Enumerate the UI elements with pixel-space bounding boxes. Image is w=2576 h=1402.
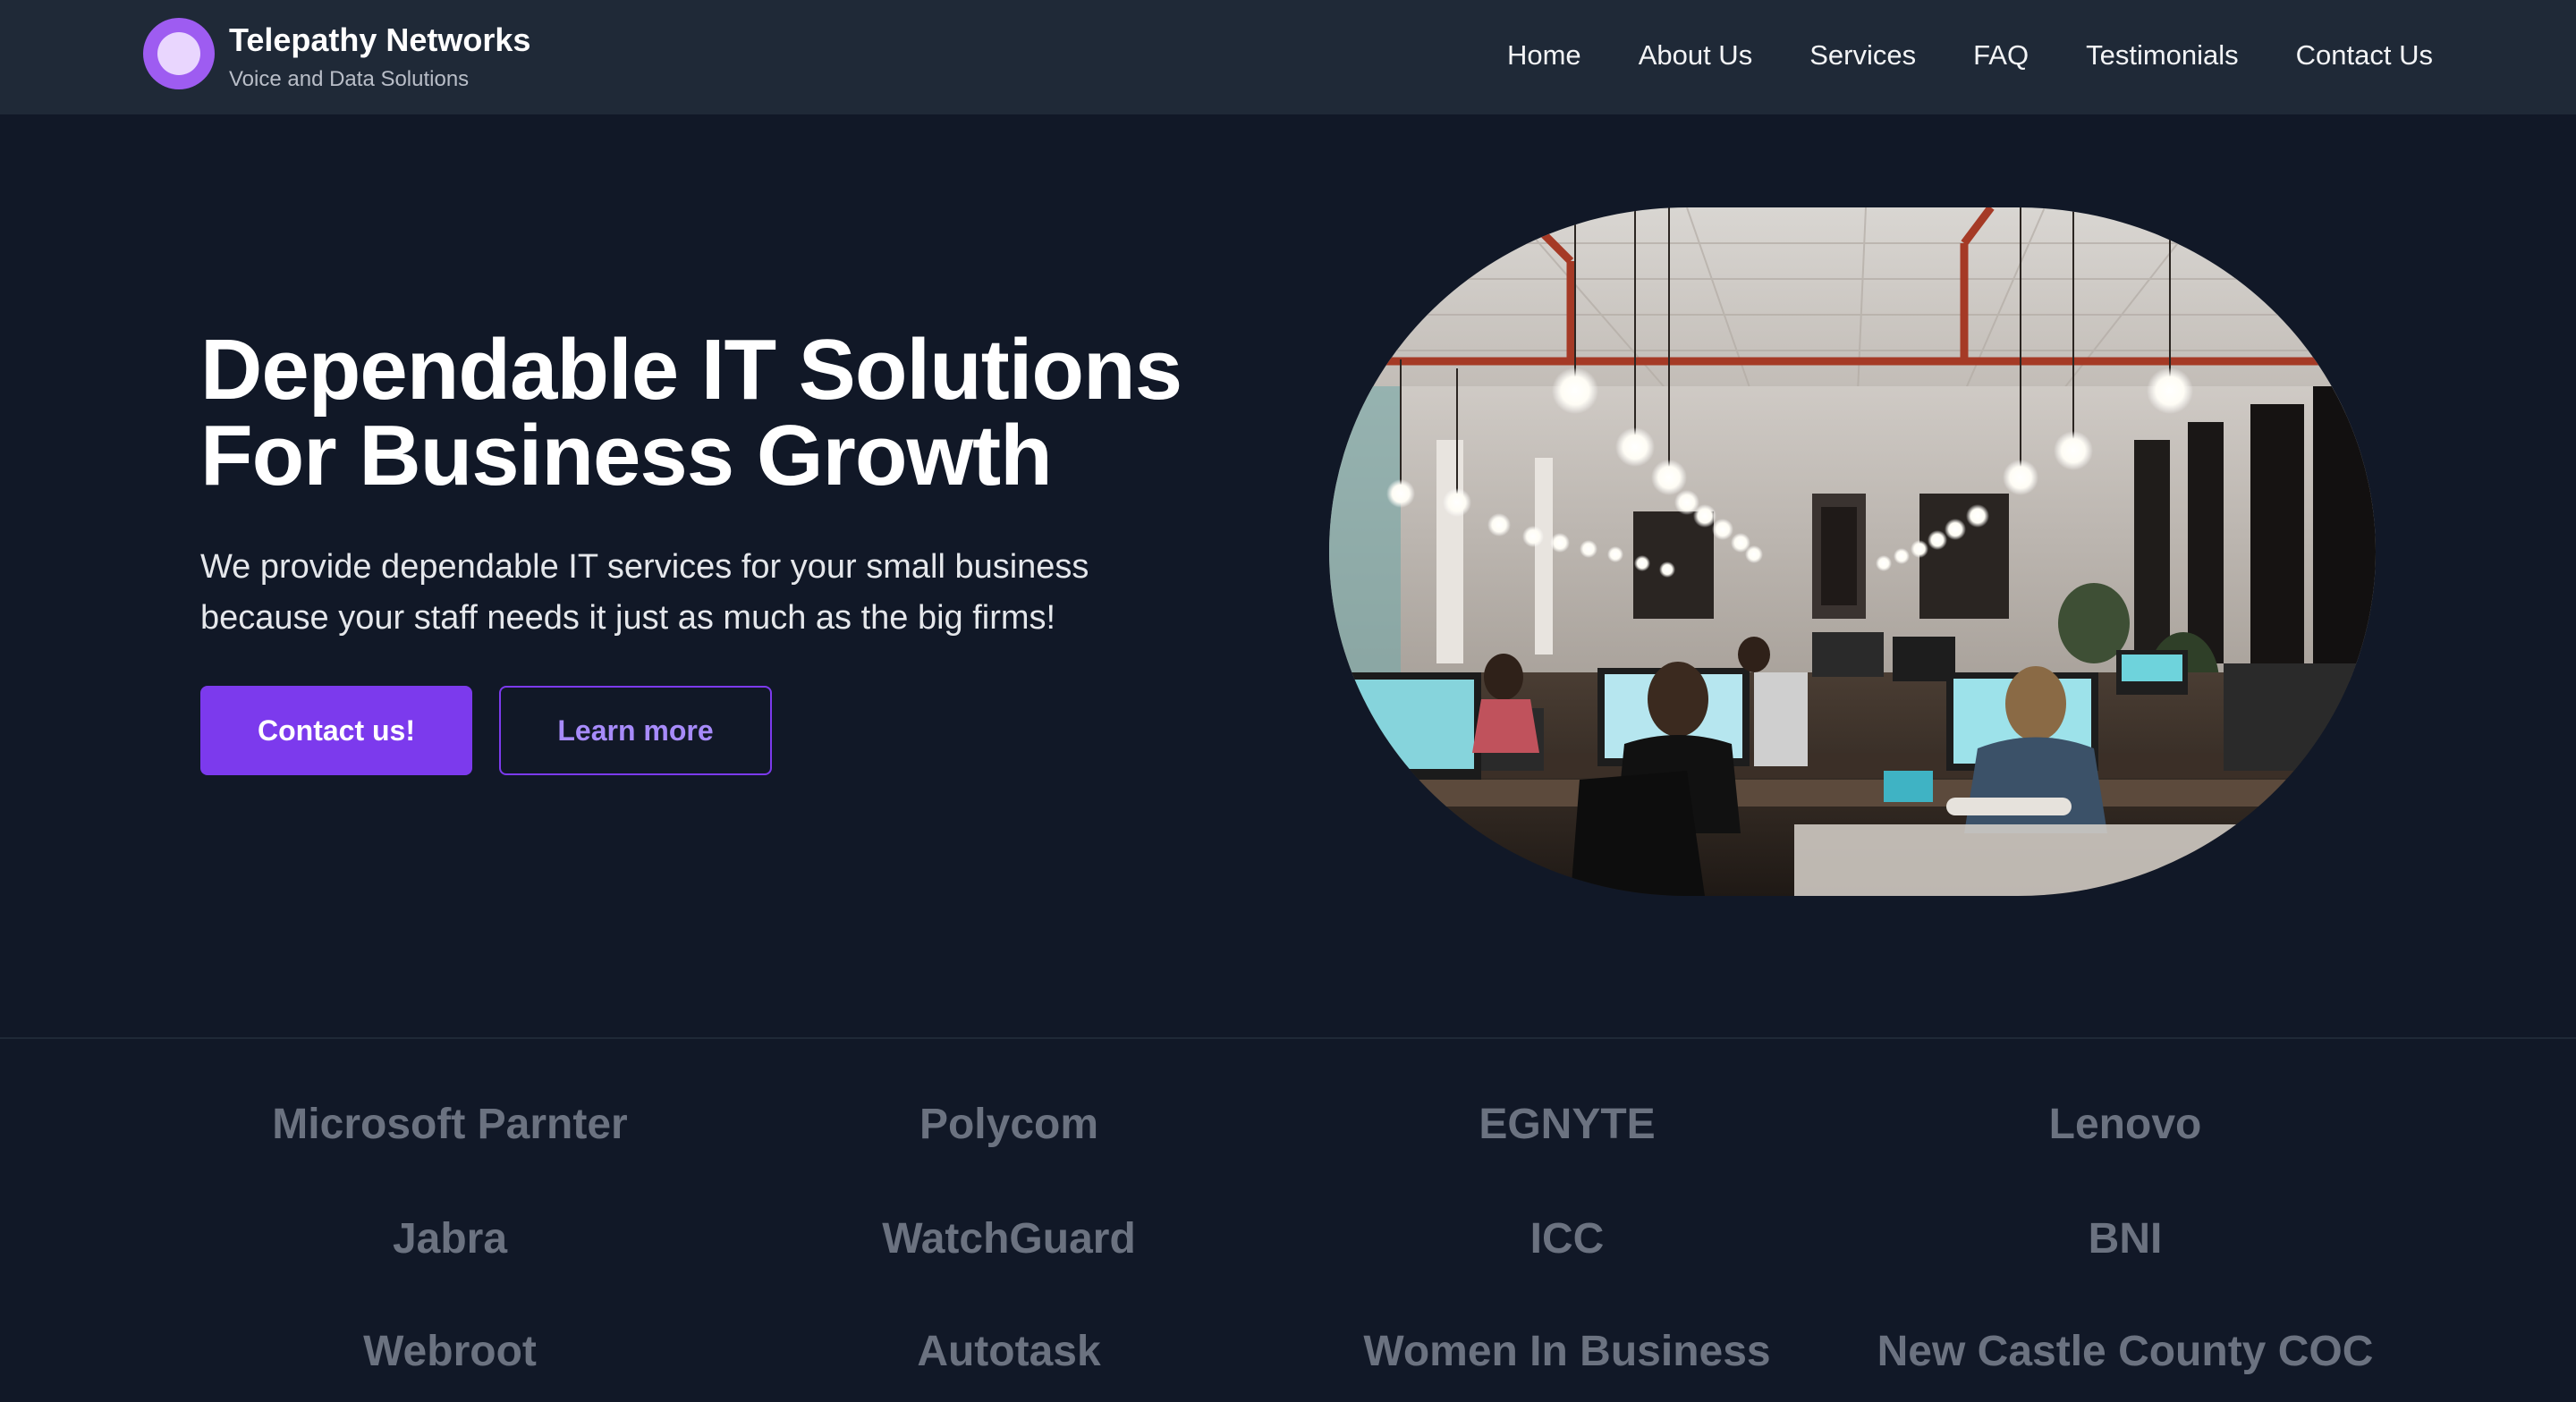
hero-title-line-1: Dependable IT Solutions bbox=[200, 322, 1182, 418]
partner-icc: ICC bbox=[1530, 1215, 1605, 1263]
partner-watchguard: WatchGuard bbox=[882, 1215, 1136, 1263]
partner-webroot: Webroot bbox=[363, 1328, 537, 1375]
partner-autotask: Autotask bbox=[917, 1328, 1101, 1375]
hero-subtitle-line-2: because your staff needs it just as much… bbox=[200, 599, 1056, 637]
nav-link-about-us[interactable]: About Us bbox=[1639, 39, 1753, 72]
brand-logo-icon[interactable] bbox=[143, 18, 215, 89]
contact-us-button[interactable]: Contact us! bbox=[200, 686, 472, 775]
nav-link-faq[interactable]: FAQ bbox=[1973, 39, 2029, 72]
partner-women-in-business: Women In Business bbox=[1363, 1328, 1771, 1375]
brand-name[interactable]: Telepathy Networks bbox=[229, 20, 530, 61]
section-divider bbox=[0, 1037, 2576, 1039]
hero-subtitle: We provide dependable IT services for yo… bbox=[200, 542, 1274, 644]
nav-link-testimonials[interactable]: Testimonials bbox=[2086, 39, 2239, 72]
navbar: Telepathy Networks Voice and Data Soluti… bbox=[0, 0, 2576, 114]
main-nav: Home About Us Services FAQ Testimonials … bbox=[1507, 34, 2433, 77]
partner-jabra: Jabra bbox=[392, 1215, 508, 1263]
nav-link-home[interactable]: Home bbox=[1507, 39, 1581, 72]
nav-link-services[interactable]: Services bbox=[1809, 39, 1916, 72]
brand-logo-dot bbox=[157, 32, 200, 75]
hero-title: Dependable IT Solutions For Business Gro… bbox=[200, 327, 1274, 499]
partner-egnyte: EGNYTE bbox=[1479, 1101, 1656, 1148]
partner-lenovo: Lenovo bbox=[2048, 1101, 2202, 1148]
partner-new-castle-county-coc: New Castle County COC bbox=[1877, 1328, 2374, 1375]
hero-subtitle-line-1: We provide dependable IT services for yo… bbox=[200, 548, 1089, 586]
partner-bni: BNI bbox=[2088, 1215, 2163, 1263]
partner-polycom: Polycom bbox=[919, 1101, 1099, 1148]
brand-tagline: Voice and Data Solutions bbox=[229, 67, 470, 91]
hero-title-line-2: For Business Growth bbox=[200, 408, 1053, 503]
page: Telepathy Networks Voice and Data Soluti… bbox=[0, 0, 2576, 1402]
hero-office-image bbox=[1329, 207, 2376, 896]
learn-more-button[interactable]: Learn more bbox=[499, 686, 772, 775]
nav-link-contact-us[interactable]: Contact Us bbox=[2296, 39, 2433, 72]
partner-microsoft: Microsoft Parnter bbox=[272, 1101, 628, 1148]
